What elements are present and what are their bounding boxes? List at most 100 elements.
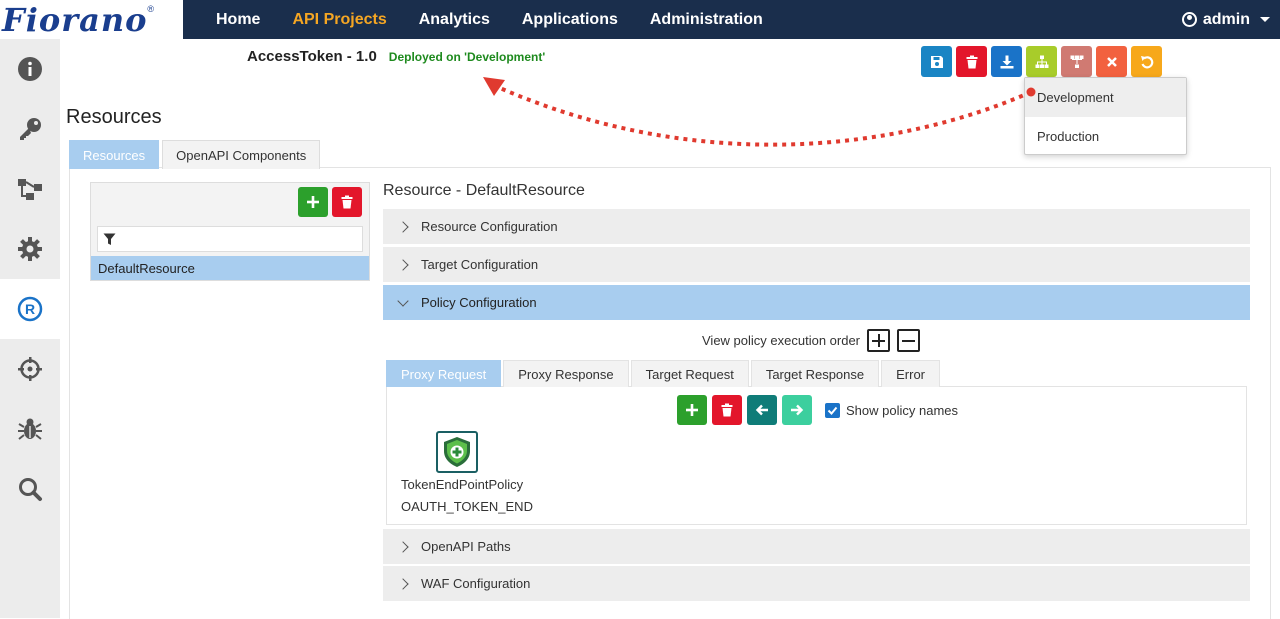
- accordion-policy-configuration[interactable]: Policy Configuration: [383, 285, 1250, 320]
- tab-target-response[interactable]: Target Response: [750, 360, 880, 387]
- accordion-label: Policy Configuration: [421, 295, 537, 310]
- move-right-button[interactable]: [782, 395, 812, 425]
- tab-target-request[interactable]: Target Request: [630, 360, 749, 387]
- nav-analytics[interactable]: Analytics: [403, 11, 506, 29]
- download-button[interactable]: [991, 46, 1022, 77]
- policy-execution-order: View policy execution order: [702, 329, 921, 352]
- chevron-down-icon: [1260, 17, 1270, 22]
- resource-list-actions: [298, 187, 362, 217]
- policy-node[interactable]: [436, 431, 478, 473]
- undo-icon: [1140, 55, 1153, 68]
- trash-icon: [341, 195, 353, 209]
- user-menu[interactable]: admin: [1181, 0, 1270, 39]
- accordion-label: WAF Configuration: [421, 576, 531, 591]
- tab-proxy-request[interactable]: Proxy Request: [386, 360, 502, 387]
- user-icon: [1181, 12, 1197, 27]
- project-title: AccessToken - 1.0: [247, 48, 377, 65]
- tab-error[interactable]: Error: [881, 360, 940, 387]
- download-icon: [1000, 55, 1013, 68]
- check-icon: [827, 406, 838, 415]
- bug-icon: [18, 418, 42, 440]
- sidebar-item-registered[interactable]: R: [0, 279, 60, 339]
- chevron-down-icon: [397, 294, 409, 307]
- sidebar-item-debug[interactable]: [0, 399, 60, 459]
- deploy-environment-menu: Development Production: [1024, 77, 1187, 155]
- filter-icon: [103, 233, 116, 245]
- chevron-right-icon: [397, 540, 409, 553]
- shield-plus-icon: [444, 437, 470, 467]
- fiorano-logo[interactable]: Fiorano ®: [0, 0, 183, 39]
- accordion-openapi-paths[interactable]: OpenAPI Paths: [383, 529, 1250, 564]
- exec-order-label: View policy execution order: [702, 333, 861, 348]
- deployed-status: Deployed on 'Development': [388, 50, 546, 64]
- sidebar-item-target[interactable]: [0, 339, 60, 399]
- accordion-label: OpenAPI Paths: [421, 539, 511, 554]
- chevron-right-icon: [397, 258, 409, 271]
- project-header: AccessToken - 1.0 Deployed on 'Developme…: [247, 48, 545, 65]
- close-project-button[interactable]: [1096, 46, 1127, 77]
- undeploy-button[interactable]: [1061, 46, 1092, 77]
- undo-button[interactable]: [1131, 46, 1162, 77]
- sidebar-item-search[interactable]: [0, 459, 60, 519]
- nav-applications[interactable]: Applications: [506, 11, 634, 29]
- accordion-label: Target Configuration: [421, 257, 539, 272]
- user-name: admin: [1202, 10, 1250, 28]
- resource-title: Resource - DefaultResource: [383, 182, 585, 199]
- sidebar-item-settings[interactable]: [0, 219, 60, 279]
- accordion-waf-configuration[interactable]: WAF Configuration: [383, 566, 1250, 601]
- show-names-checkbox[interactable]: [825, 402, 840, 418]
- project-toolbar: [921, 46, 1162, 77]
- main-nav: Home API Projects Analytics Applications…: [200, 0, 779, 39]
- policy-name: TokenEndPointPolicy: [401, 477, 524, 492]
- key-icon: [20, 118, 41, 140]
- save-icon: [930, 55, 943, 68]
- accordion-target-configuration[interactable]: Target Configuration: [383, 247, 1250, 282]
- expand-all-button[interactable]: [867, 329, 891, 352]
- sidebar-item-keys[interactable]: [0, 99, 60, 159]
- tab-proxy-response[interactable]: Proxy Response: [503, 360, 629, 387]
- accordion-resource-configuration[interactable]: Resource Configuration: [383, 209, 1250, 244]
- nav-administration[interactable]: Administration: [634, 11, 779, 29]
- nav-api-projects[interactable]: API Projects: [276, 11, 402, 29]
- show-names-label: Show policy names: [846, 402, 958, 418]
- add-resource-button[interactable]: [298, 187, 328, 217]
- chevron-right-icon: [397, 220, 409, 233]
- policy-tabs: Proxy Request Proxy Response Target Requ…: [386, 360, 940, 387]
- deploy-button[interactable]: [1026, 46, 1057, 77]
- arrow-left-icon: [755, 404, 768, 416]
- policy-actions: Show policy names: [677, 395, 958, 425]
- chevron-right-icon: [397, 577, 409, 590]
- top-navbar: Fiorano ® Home API Projects Analytics Ap…: [0, 0, 1280, 39]
- resource-list-item[interactable]: DefaultResource: [91, 256, 369, 280]
- undeploy-icon: [1070, 55, 1083, 68]
- registered-mark: ®: [147, 4, 155, 14]
- resource-filter-input[interactable]: [120, 228, 362, 250]
- menu-item-production[interactable]: Production: [1025, 117, 1186, 156]
- add-policy-button[interactable]: [677, 395, 707, 425]
- trash-icon: [966, 55, 977, 68]
- flow-icon: [18, 179, 42, 200]
- registered-icon: R: [17, 296, 43, 322]
- show-policy-names: Show policy names: [825, 402, 958, 418]
- collapse-all-button[interactable]: [897, 329, 921, 352]
- delete-policy-button[interactable]: [712, 395, 742, 425]
- menu-item-development[interactable]: Development: [1025, 78, 1186, 117]
- sidebar-item-info[interactable]: [0, 39, 60, 99]
- arrow-right-icon: [791, 404, 804, 416]
- nav-home[interactable]: Home: [200, 11, 276, 29]
- gear-icon: [18, 237, 42, 261]
- logo-text: Fiorano: [2, 0, 148, 39]
- policy-type: OAUTH_TOKEN_END: [401, 499, 533, 514]
- move-left-button[interactable]: [747, 395, 777, 425]
- search-icon: [19, 478, 42, 501]
- save-button[interactable]: [921, 46, 952, 77]
- resource-list-panel: DefaultResource: [90, 182, 370, 281]
- close-icon: [1106, 56, 1117, 67]
- svg-text:R: R: [25, 301, 35, 317]
- delete-resource-button[interactable]: [332, 187, 362, 217]
- tab-resources[interactable]: Resources: [69, 140, 160, 169]
- tab-openapi-components[interactable]: OpenAPI Components: [162, 140, 321, 169]
- delete-project-button[interactable]: [956, 46, 987, 77]
- sidebar-item-flows[interactable]: [0, 159, 60, 219]
- trash-icon: [721, 403, 733, 417]
